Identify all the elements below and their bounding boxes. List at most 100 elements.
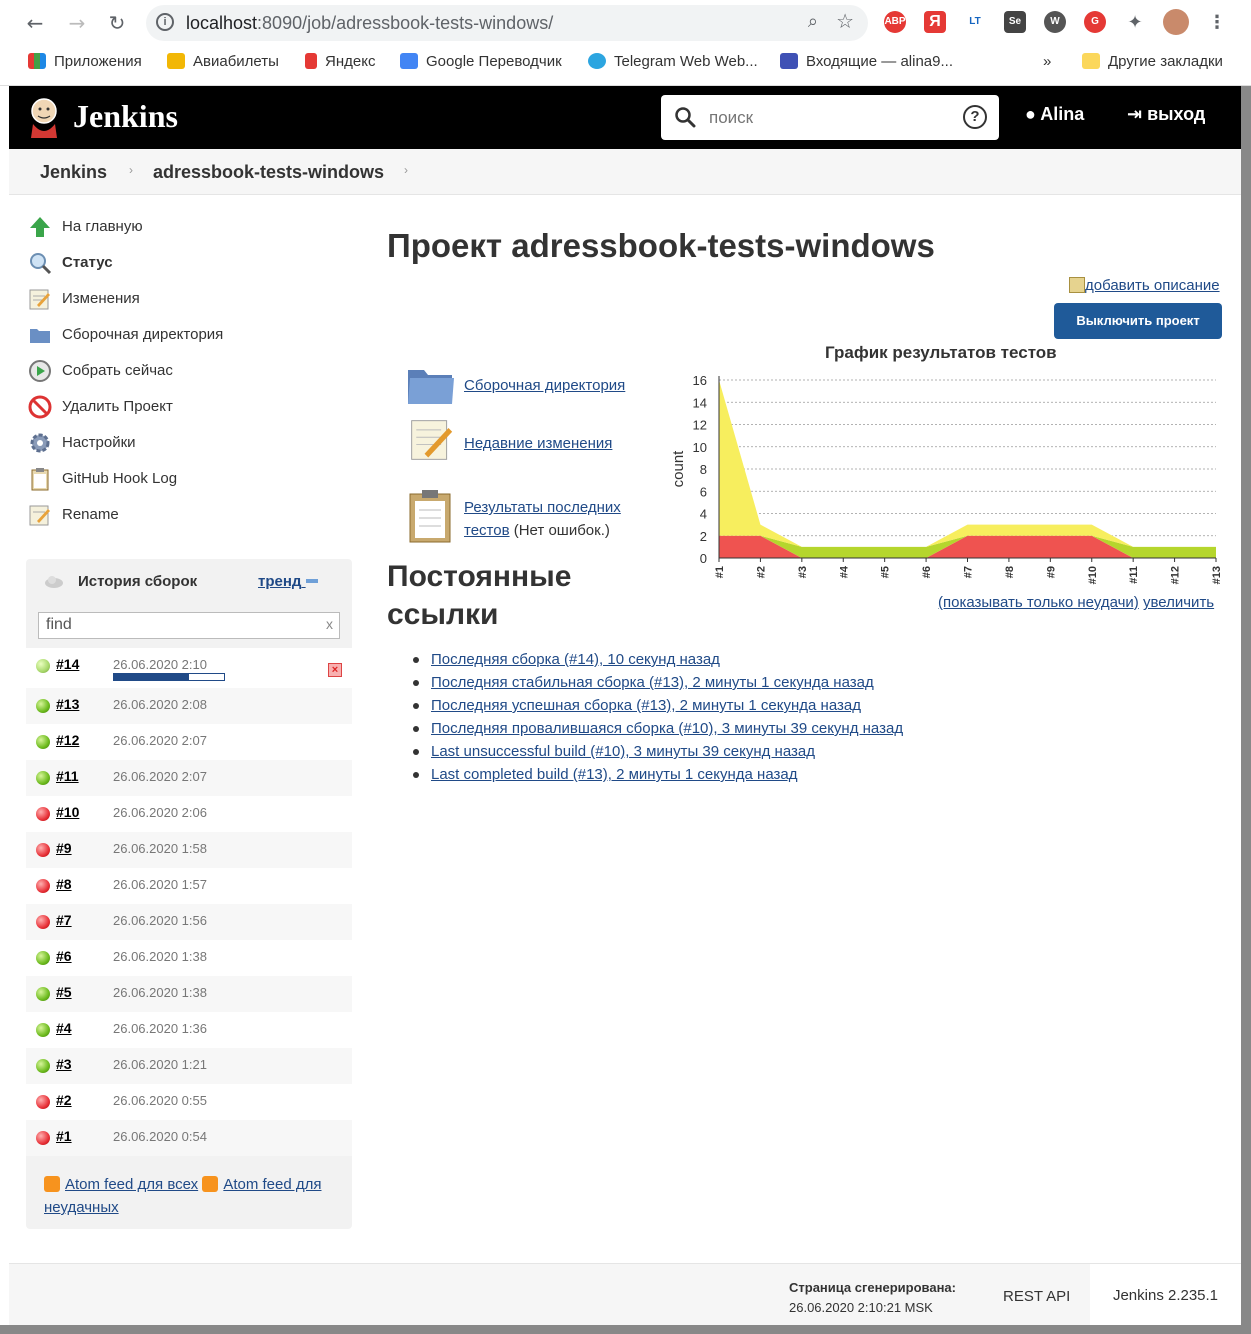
adblock-icon[interactable]: ABP bbox=[884, 11, 906, 33]
build-row[interactable]: #7 26.06.2020 1:56 bbox=[26, 904, 352, 940]
build-date[interactable]: 26.06.2020 1:57 bbox=[113, 877, 207, 892]
build-date[interactable]: 26.06.2020 1:21 bbox=[113, 1057, 207, 1072]
test-results-link-2[interactable]: тестов bbox=[464, 522, 510, 539]
workspace-link[interactable]: Сборочная директория bbox=[464, 377, 625, 394]
add-description-link[interactable]: добавить описание bbox=[1069, 277, 1220, 294]
build-row[interactable]: #5 26.06.2020 1:38 bbox=[26, 976, 352, 1012]
build-row[interactable]: #10 26.06.2020 2:06 bbox=[26, 796, 352, 832]
extensions-puzzle-icon[interactable]: ✦ bbox=[1124, 11, 1146, 33]
collapse-icon[interactable] bbox=[305, 579, 318, 583]
trend-link[interactable]: тренд bbox=[258, 573, 318, 590]
site-info-icon[interactable]: i bbox=[156, 13, 174, 31]
build-date[interactable]: 26.06.2020 1:38 bbox=[113, 949, 207, 964]
bookmark-telegram[interactable]: Telegram Web Web... bbox=[588, 53, 758, 70]
build-date[interactable]: 26.06.2020 2:10 bbox=[113, 657, 207, 672]
jenkins-butler-icon[interactable] bbox=[27, 96, 61, 138]
permalink-link[interactable]: Последняя провалившаяся сборка (#10), 3 … bbox=[431, 720, 903, 737]
build-row[interactable]: #1 26.06.2020 0:54 bbox=[26, 1120, 352, 1156]
chart-series-area[interactable] bbox=[719, 380, 1216, 547]
build-filter-input[interactable] bbox=[46, 613, 306, 637]
build-number-link[interactable]: #10 bbox=[56, 804, 79, 820]
forward-icon[interactable]: → bbox=[64, 10, 90, 36]
languagetool-icon[interactable]: LT bbox=[964, 11, 986, 33]
build-row[interactable]: #3 26.06.2020 1:21 bbox=[26, 1048, 352, 1084]
logout-link[interactable]: ⇥ выход bbox=[1127, 104, 1205, 125]
bookmark-other[interactable]: Другие закладки bbox=[1082, 53, 1223, 70]
build-date[interactable]: 26.06.2020 2:06 bbox=[113, 805, 207, 820]
only-failed-link[interactable]: (показывать только неудачи) bbox=[938, 594, 1139, 611]
breadcrumb-job[interactable]: adressbook-tests-windows bbox=[153, 162, 384, 183]
build-date[interactable]: 26.06.2020 2:07 bbox=[113, 733, 207, 748]
build-row[interactable]: #11 26.06.2020 2:07 bbox=[26, 760, 352, 796]
url-text[interactable]: localhost:8090/job/adressbook-tests-wind… bbox=[186, 13, 553, 34]
test-result-chart[interactable]: 0 2 4 6 8 10 12 14 16 #1 #2 #3 #4 #5 #6 #7 #8 #9 #10 #11 #12… bbox=[664, 364, 1230, 598]
build-date[interactable]: 26.06.2020 1:38 bbox=[113, 985, 207, 1000]
yandex-ext-icon[interactable]: Я bbox=[924, 11, 946, 33]
build-date[interactable]: 26.06.2020 0:55 bbox=[113, 1093, 207, 1108]
search-input[interactable] bbox=[709, 105, 949, 131]
permalink-link[interactable]: Last completed build (#13), 2 минуты 1 с… bbox=[431, 766, 797, 783]
permalink-link[interactable]: Last unsuccessful build (#10), 3 минуты … bbox=[431, 743, 815, 760]
build-number-link[interactable]: #1 bbox=[56, 1128, 72, 1144]
reload-icon[interactable]: ↻ bbox=[104, 10, 130, 36]
bookmark-apps[interactable]: Приложения bbox=[28, 53, 142, 70]
build-row[interactable]: #6 26.06.2020 1:38 bbox=[26, 940, 352, 976]
chevron-right-icon[interactable]: › bbox=[129, 163, 133, 177]
build-number-link[interactable]: #6 bbox=[56, 948, 72, 964]
jenkins-version-link[interactable]: Jenkins 2.235.1 bbox=[1090, 1264, 1241, 1326]
wappalyzer-icon[interactable]: W bbox=[1044, 11, 1066, 33]
build-date[interactable]: 26.06.2020 0:54 bbox=[113, 1129, 207, 1144]
bookmark-star-icon[interactable]: ☆ bbox=[836, 9, 854, 34]
breadcrumb-jenkins[interactable]: Jenkins bbox=[40, 162, 107, 183]
bookmark-mail[interactable]: Входящие — alina9... bbox=[780, 53, 953, 70]
build-row[interactable]: #13 26.06.2020 2:08 bbox=[26, 688, 352, 724]
build-number-link[interactable]: #13 bbox=[56, 696, 79, 712]
build-number-link[interactable]: #8 bbox=[56, 876, 72, 892]
menu-dots-icon[interactable]: ⋮ bbox=[1206, 11, 1228, 33]
permalink-link[interactable]: Последняя успешная сборка (#13), 2 минут… bbox=[431, 697, 861, 714]
build-number-link[interactable]: #3 bbox=[56, 1056, 72, 1072]
grammar-ext-icon[interactable]: G bbox=[1084, 11, 1106, 33]
stop-build-icon[interactable]: × bbox=[328, 663, 342, 677]
permalink-link[interactable]: Последняя стабильная сборка (#13), 2 мин… bbox=[431, 674, 874, 691]
build-progress-bar[interactable] bbox=[113, 673, 225, 681]
feed-all-link[interactable]: Atom feed для всех bbox=[65, 1176, 198, 1193]
build-row[interactable]: #9 26.06.2020 1:58 bbox=[26, 832, 352, 868]
build-date[interactable]: 26.06.2020 1:56 bbox=[113, 913, 207, 928]
enlarge-link[interactable]: увеличить bbox=[1143, 594, 1214, 611]
rest-api-link[interactable]: REST API bbox=[1003, 1288, 1070, 1305]
changes-link[interactable]: Недавние изменения bbox=[464, 435, 612, 452]
bookmark-yandex[interactable]: Яндекс bbox=[305, 53, 375, 70]
build-row[interactable]: #4 26.06.2020 1:36 bbox=[26, 1012, 352, 1048]
build-number-link[interactable]: #12 bbox=[56, 732, 79, 748]
address-bar[interactable]: i localhost:8090/job/adressbook-tests-wi… bbox=[146, 5, 868, 41]
jenkins-logo-text[interactable]: Jenkins bbox=[73, 98, 178, 135]
build-row[interactable]: #2 26.06.2020 0:55 bbox=[26, 1084, 352, 1120]
user-link[interactable]: ● Alina bbox=[1025, 104, 1084, 125]
bookmarks-overflow[interactable]: » bbox=[1043, 53, 1051, 70]
build-number-link[interactable]: #14 bbox=[56, 656, 79, 672]
build-number-link[interactable]: #9 bbox=[56, 840, 72, 856]
build-number-link[interactable]: #4 bbox=[56, 1020, 72, 1036]
build-number-link[interactable]: #2 bbox=[56, 1092, 72, 1108]
build-row[interactable]: #12 26.06.2020 2:07 bbox=[26, 724, 352, 760]
build-date[interactable]: 26.06.2020 1:36 bbox=[113, 1021, 207, 1036]
clear-filter-icon[interactable]: x bbox=[326, 616, 333, 632]
build-row[interactable]: #8 26.06.2020 1:57 bbox=[26, 868, 352, 904]
build-number-link[interactable]: #7 bbox=[56, 912, 72, 928]
help-icon[interactable]: ? bbox=[963, 105, 987, 129]
bookmark-aviabilety[interactable]: Авиабилеты bbox=[167, 53, 279, 70]
permalink-link[interactable]: Последняя сборка (#14), 10 секунд назад bbox=[431, 651, 720, 668]
chevron-right-icon[interactable]: › bbox=[404, 163, 408, 177]
bookmark-translate[interactable]: Google Переводчик bbox=[400, 53, 562, 70]
build-row[interactable]: #14 26.06.2020 2:10 × bbox=[26, 648, 352, 688]
disable-project-button[interactable]: Выключить проект bbox=[1054, 303, 1222, 339]
profile-avatar[interactable] bbox=[1163, 9, 1189, 35]
build-date[interactable]: 26.06.2020 2:08 bbox=[113, 697, 207, 712]
build-date[interactable]: 26.06.2020 2:07 bbox=[113, 769, 207, 784]
back-icon[interactable]: ← bbox=[22, 10, 48, 36]
build-number-link[interactable]: #5 bbox=[56, 984, 72, 1000]
selenium-ide-icon[interactable]: Se bbox=[1004, 11, 1026, 33]
search-box[interactable]: ? bbox=[661, 95, 999, 140]
test-results-link[interactable]: Результаты последних bbox=[464, 499, 621, 516]
